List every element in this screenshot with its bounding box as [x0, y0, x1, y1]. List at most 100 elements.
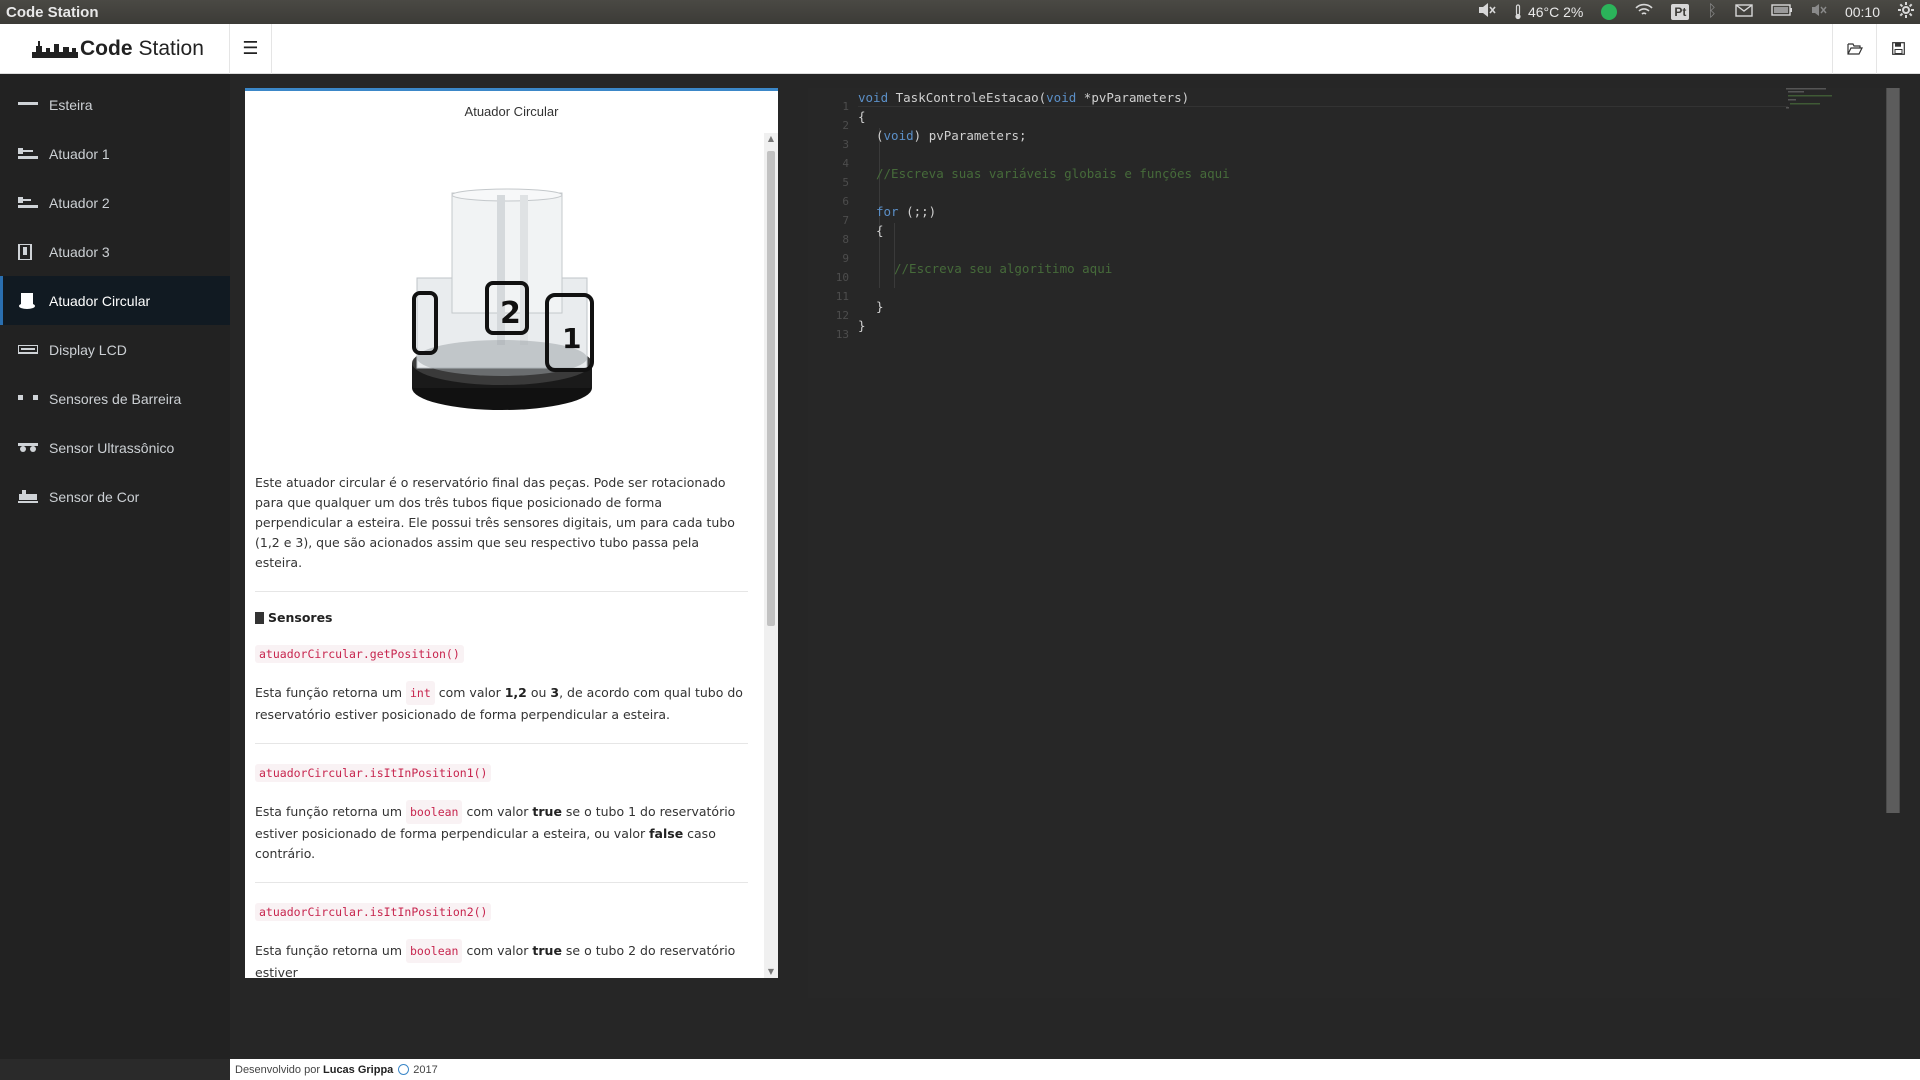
code-line: }	[876, 299, 884, 314]
circular-actuator-icon	[18, 292, 40, 309]
sidebar-item-sensor-de-cor[interactable]: Sensor de Cor	[0, 472, 230, 521]
sidebar-item-atuador-1[interactable]: Atuador 1	[0, 129, 230, 178]
sidebar-item-label: Sensor de Cor	[49, 488, 140, 505]
floppy-disk-icon	[1892, 42, 1905, 55]
github-icon[interactable]	[398, 1064, 410, 1075]
sensors-heading-label: Sensores	[268, 610, 333, 625]
line-number: 4	[842, 157, 849, 170]
function-doc: atuadorCircular.isItInPosition2() Esta f…	[255, 901, 748, 978]
doc-scroll-area[interactable]: 2 1 Este atuador circular é o reservatór…	[245, 133, 778, 978]
divider	[255, 591, 748, 592]
line-number-gutter: 1 2 3 4 5 6 7 8 9 10 11 12 13	[808, 88, 853, 998]
thermometer-icon	[1515, 4, 1521, 20]
os-window-title: Code Station	[6, 3, 99, 21]
editor-scroll-thumb[interactable]	[1887, 88, 1899, 813]
sidebar-item-sensores-de-barreira[interactable]: Sensores de Barreira	[0, 374, 230, 423]
system-tray: 46°C 2% Pt ᛒ 00:10	[1478, 2, 1914, 22]
function-signature: atuadorCircular.getPosition()	[255, 645, 464, 663]
line-number: 5	[842, 176, 849, 189]
function-description: Esta função retorna um boolean com valor…	[255, 939, 748, 978]
line-number: 6	[842, 195, 849, 208]
sidebar-item-atuador-circular[interactable]: Atuador Circular	[0, 276, 230, 325]
clock[interactable]: 00:10	[1845, 4, 1880, 20]
footer-prefix: Desenvolvido por	[235, 1063, 320, 1076]
save-file-button[interactable]	[1876, 23, 1920, 74]
keyboard-layout-indicator[interactable]: Pt	[1671, 4, 1690, 20]
line-number: 13	[835, 328, 849, 341]
sidebar-item-display-lcd[interactable]: Display LCD	[0, 325, 230, 374]
footer-author-link[interactable]: Lucas Grippa	[323, 1064, 393, 1076]
brand-name-bold: Code	[80, 36, 133, 60]
divider	[255, 882, 748, 883]
mail-icon[interactable]	[1735, 3, 1753, 21]
editor-scrollbar[interactable]	[1886, 88, 1900, 813]
sidebar-item-label: Atuador 3	[49, 243, 110, 260]
line-number: 11	[835, 290, 849, 303]
sensors-heading: Sensores	[255, 610, 748, 625]
code-line: }	[858, 318, 866, 333]
function-doc: atuadorCircular.getPosition() Esta funçã…	[255, 643, 748, 725]
main-area: Atuador Circular 2 1 Este atuador circul…	[230, 74, 1920, 1059]
sidebar-item-label: Esteira	[49, 96, 93, 113]
svg-text:2: 2	[500, 296, 521, 331]
doc-scroll-thumb[interactable]	[767, 151, 775, 626]
sidebar-item-label: Atuador Circular	[49, 292, 151, 309]
battery-icon[interactable]	[1771, 4, 1793, 20]
sidebar-item-atuador-2[interactable]: Atuador 2	[0, 178, 230, 227]
book-icon	[255, 611, 264, 624]
volume-muted-icon[interactable]	[1478, 2, 1496, 22]
svg-text:1: 1	[562, 322, 581, 355]
code-line: {	[858, 109, 866, 124]
scroll-down-arrow-icon[interactable]: ▼	[764, 966, 778, 978]
code-line: (void) pvParameters;	[876, 128, 1027, 143]
doc-description: Este atuador circular é o reservatório f…	[255, 475, 735, 570]
doc-content: 2 1 Este atuador circular é o reservatór…	[245, 183, 758, 978]
brand[interactable]: Code Station	[0, 23, 230, 74]
sidebar-item-label: Sensores de Barreira	[49, 390, 182, 407]
doc-panel-title: Atuador Circular	[464, 104, 559, 119]
status-green-dot-icon[interactable]	[1601, 4, 1618, 20]
function-description: Esta função retorna um boolean com valor…	[255, 800, 748, 864]
line-number: 3	[842, 138, 849, 151]
code-text-area[interactable]: void TaskControleEstacao(void *pvParamet…	[858, 88, 1818, 998]
sidebar-item-esteira[interactable]: Esteira	[0, 80, 230, 129]
function-signature: atuadorCircular.isItInPosition2()	[255, 903, 492, 921]
sidebar-item-label: Atuador 2	[49, 194, 110, 211]
sidebar-item-atuador-3[interactable]: Atuador 3	[0, 227, 230, 276]
divider	[255, 743, 748, 744]
line-number: 8	[842, 233, 849, 246]
app-header: Code Station ☰	[0, 23, 1920, 74]
sidebar-item-sensor-ultrassonico[interactable]: Sensor Ultrassônico	[0, 423, 230, 472]
bluetooth-icon[interactable]: ᛒ	[1707, 4, 1717, 20]
code-editor[interactable]: 1 2 3 4 5 6 7 8 9 10 11 12 13 void TaskC…	[808, 88, 1900, 998]
conveyor-icon	[18, 98, 40, 112]
circular-actuator-image: 2 1	[411, 188, 594, 410]
open-file-button[interactable]	[1832, 23, 1876, 74]
header-actions	[1832, 23, 1920, 74]
temperature-indicator[interactable]: 46°C 2%	[1514, 4, 1583, 20]
function-description: Esta função retorna um int com valor 1,2…	[255, 681, 748, 725]
doc-scrollbar[interactable]: ▲ ▼	[764, 133, 778, 978]
documentation-panel: Atuador Circular 2 1 Este atuador circul…	[245, 88, 778, 978]
os-top-bar: Code Station 46°C 2% Pt ᛒ 00:10	[0, 0, 1920, 24]
scroll-up-arrow-icon[interactable]: ▲	[764, 133, 778, 145]
hamburger-icon: ☰	[242, 38, 259, 59]
code-line: for (;;)	[876, 204, 937, 219]
editor-minimap[interactable]	[1786, 88, 1834, 118]
ultrasonic-icon	[18, 441, 40, 455]
code-comment: //Escreva suas variáveis globais e funçõ…	[876, 166, 1230, 181]
station-logo-icon	[32, 40, 78, 58]
brand-name-light: Station	[138, 36, 204, 60]
speaker-off-icon[interactable]	[1811, 3, 1827, 21]
gear-icon[interactable]	[1898, 2, 1914, 22]
return-type: int	[406, 681, 435, 705]
hamburger-menu-button[interactable]: ☰	[230, 23, 272, 74]
function-signature: atuadorCircular.isItInPosition1()	[255, 764, 492, 782]
footer-year: 2017	[413, 1063, 438, 1076]
line-number: 12	[835, 309, 849, 322]
actuator-icon	[18, 196, 40, 210]
footer: Desenvolvido por Lucas Grippa 2017	[230, 1059, 1920, 1080]
code-line: void TaskControleEstacao(void *pvParamet…	[858, 90, 1190, 105]
line-number: 7	[842, 214, 849, 227]
wifi-icon[interactable]	[1635, 3, 1653, 21]
